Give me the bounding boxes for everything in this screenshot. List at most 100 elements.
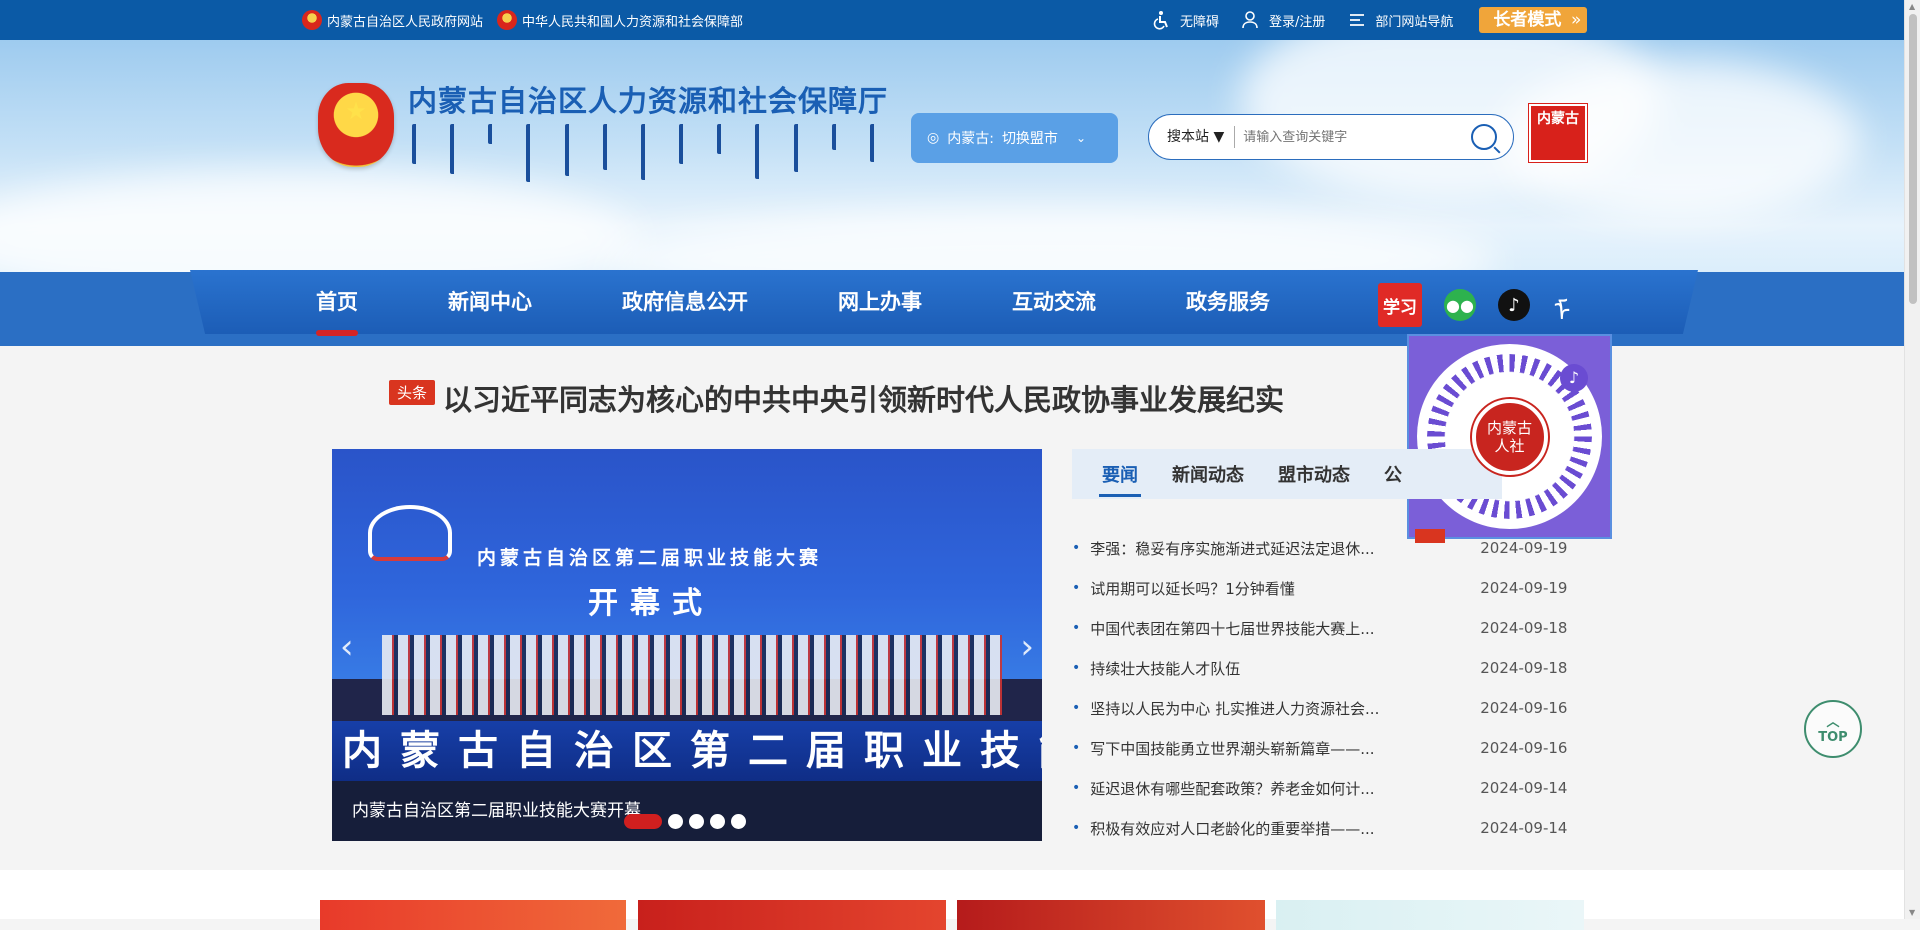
- mohrss-site-link-label: 中华人民共和国人力资源和社会保障部: [522, 14, 744, 30]
- bullet-icon: •: [1072, 740, 1081, 756]
- list-item[interactable]: • 李强：稳妥有序实施渐进式延迟法定退休... 2024-09-19: [1072, 528, 1572, 568]
- mongolian-script-title: [412, 124, 882, 182]
- tab-public[interactable]: 公: [1384, 461, 1402, 487]
- national-emblem-icon: [302, 10, 322, 30]
- tiktok-icon[interactable]: ♪: [1498, 289, 1530, 321]
- list-item[interactable]: • 持续壮大技能人才队伍 2024-09-18: [1072, 648, 1572, 688]
- gov-site-link-label: 内蒙古自治区人民政府网站: [327, 14, 484, 30]
- mohrss-site-link[interactable]: 中华人民共和国人力资源和社会保障部: [497, 10, 743, 30]
- national-emblem-logo[interactable]: [318, 83, 394, 167]
- dept-nav-link[interactable]: 部门网站导航: [1347, 10, 1453, 30]
- region-label: 内蒙古:: [947, 131, 994, 147]
- carousel-next-icon[interactable]: ›: [1020, 627, 1034, 667]
- feature-card[interactable]: [320, 900, 626, 930]
- qr-center-logo: 内蒙古人社: [1471, 398, 1548, 475]
- qr-code-image: 内蒙古人社 ♪: [1417, 344, 1602, 529]
- location-icon: ◎: [927, 130, 940, 146]
- tab-city-updates[interactable]: 盟市动态: [1278, 461, 1350, 487]
- wechat-icon[interactable]: ●●: [1444, 289, 1476, 321]
- search-scope-select[interactable]: 搜本站 ▼: [1149, 126, 1236, 148]
- news-date: 2024-09-19: [1480, 539, 1568, 557]
- nav-item-gov-info[interactable]: 政府信息公开: [622, 270, 748, 334]
- carousel-dot[interactable]: [710, 814, 725, 829]
- news-list: • 李强：稳妥有序实施渐进式延迟法定退休... 2024-09-19 • 试用期可以延…: [1072, 528, 1572, 848]
- carousel-prev-icon[interactable]: ‹: [340, 627, 354, 667]
- bottom-section: [0, 870, 1904, 919]
- region-switch-button[interactable]: ◎ 内蒙古: 切换盟市 ⌄: [911, 113, 1118, 163]
- search-box: 搜本站 ▼: [1148, 114, 1514, 160]
- news-carousel[interactable]: 内蒙古自治区第二届职业技能大赛 开幕式 内蒙古自治区第二届职业技能 内蒙古自治区…: [332, 449, 1042, 841]
- elder-mode-button[interactable]: 长者模式: [1479, 7, 1588, 33]
- carousel-dot[interactable]: [668, 814, 683, 829]
- gov-site-link[interactable]: 内蒙古自治区人民政府网站: [302, 10, 483, 30]
- search-input[interactable]: [1243, 129, 1471, 145]
- list-item[interactable]: • 积极有效应对人口老龄化的重要举措——... 2024-09-14: [1072, 808, 1572, 848]
- news-date: 2024-09-18: [1480, 619, 1568, 637]
- login-link[interactable]: 登录/注册: [1241, 10, 1325, 30]
- bullet-icon: •: [1072, 700, 1081, 716]
- user-icon: [1242, 11, 1258, 29]
- news-title[interactable]: 试用期可以延长吗？1分钟看懂: [1090, 578, 1400, 599]
- page-scrollbar[interactable]: ▲ ▼: [1904, 0, 1920, 919]
- nav-social-icons: 学习 ●● ♪ ᠮ: [1378, 283, 1572, 328]
- news-title[interactable]: 积极有效应对人口老龄化的重要举措——...: [1090, 818, 1400, 839]
- list-item[interactable]: • 写下中国技能勇立世界潮头崭新篇章——... 2024-09-16: [1072, 728, 1572, 768]
- news-title[interactable]: 持续壮大技能人才队伍: [1090, 658, 1400, 679]
- search-icon[interactable]: [1471, 124, 1497, 150]
- sky-cloud: [600, 210, 1500, 272]
- headline-tag: 头条: [389, 380, 436, 405]
- carousel-dot[interactable]: [624, 814, 662, 829]
- list-item[interactable]: • 试用期可以延长吗？1分钟看懂 2024-09-19: [1072, 568, 1572, 608]
- dept-nav-label: 部门网站导航: [1375, 14, 1454, 30]
- news-title[interactable]: 李强：稳妥有序实施渐进式延迟法定退休...: [1090, 538, 1400, 559]
- nav-item-news-center[interactable]: 新闻中心: [448, 270, 532, 334]
- scrollbar-thumb[interactable]: [1909, 14, 1917, 304]
- bullet-icon: •: [1072, 820, 1081, 836]
- top-bar: 内蒙古自治区人民政府网站 中华人民共和国人力资源和社会保障部 无障碍 登录/注册…: [0, 0, 1904, 40]
- accessibility-link[interactable]: 无障碍: [1152, 10, 1219, 30]
- news-title[interactable]: 延迟退休有哪些配套政策？养老金如何计...: [1090, 778, 1400, 799]
- nav-item-home[interactable]: 首页: [316, 270, 358, 336]
- tab-news-updates[interactable]: 新闻动态: [1172, 461, 1244, 487]
- region-switch-label: 切换盟市: [1001, 131, 1058, 147]
- news-date: 2024-09-16: [1480, 739, 1568, 757]
- nav-item-online-services[interactable]: 网上办事: [838, 270, 922, 334]
- bullet-icon: •: [1072, 580, 1081, 596]
- carousel-dot[interactable]: [689, 814, 704, 829]
- news-title[interactable]: 中国代表团在第四十七届世界技能大赛上...: [1090, 618, 1400, 639]
- nav-item-gov-services[interactable]: 政务服务: [1186, 270, 1270, 334]
- feature-card[interactable]: [638, 900, 946, 930]
- list-item[interactable]: • 延迟退休有哪些配套政策？养老金如何计... 2024-09-14: [1072, 768, 1572, 808]
- news-date: 2024-09-16: [1480, 699, 1568, 717]
- login-label: 登录/注册: [1269, 14, 1326, 30]
- xuexi-icon[interactable]: 学习: [1378, 283, 1422, 327]
- list-item[interactable]: • 坚持以人民为中心 扎实推进人力资源社会... 2024-09-16: [1072, 688, 1572, 728]
- nav-item-interaction[interactable]: 互动交流: [1012, 270, 1096, 334]
- mongolian-script-icon[interactable]: ᠮ: [1552, 283, 1572, 328]
- mongolian-seal-logo[interactable]: 内蒙古: [1528, 103, 1588, 163]
- news-tabs: 要闻 新闻动态 盟市动态 公: [1072, 449, 1502, 499]
- headline-link[interactable]: 以习近平同志为核心的中共中央引领新时代人民政协事业发展纪实: [443, 377, 1284, 419]
- event-logo: [368, 505, 452, 561]
- news-date: 2024-09-18: [1480, 659, 1568, 677]
- back-to-top-button[interactable]: ︿ TOP: [1804, 700, 1862, 758]
- chevron-down-icon: ⌄: [1075, 131, 1086, 145]
- national-emblem-icon: [497, 10, 518, 30]
- main-nav: 首页 新闻中心 政府信息公开 网上办事 互动交流 政务服务: [316, 270, 1360, 336]
- scroll-up-icon[interactable]: ▲: [1909, 2, 1915, 11]
- slide-people: [382, 635, 1002, 715]
- news-date: 2024-09-14: [1480, 779, 1568, 797]
- news-title[interactable]: 写下中国技能勇立世界潮头崭新篇章——...: [1090, 738, 1400, 759]
- feature-card[interactable]: [1276, 900, 1584, 930]
- feature-card[interactable]: [957, 900, 1265, 930]
- carousel-dot[interactable]: [731, 814, 746, 829]
- carousel-caption[interactable]: 内蒙古自治区第二届职业技能大赛开幕: [352, 796, 641, 821]
- bullet-icon: •: [1072, 540, 1081, 556]
- sky-cloud: [0, 170, 640, 272]
- tab-key-news[interactable]: 要闻: [1099, 461, 1141, 497]
- news-date: 2024-09-19: [1480, 579, 1568, 597]
- list-item[interactable]: • 中国代表团在第四十七届世界技能大赛上... 2024-09-18: [1072, 608, 1572, 648]
- news-title[interactable]: 坚持以人民为中心 扎实推进人力资源社会...: [1090, 698, 1400, 719]
- scroll-down-icon[interactable]: ▼: [1909, 908, 1915, 917]
- site-title[interactable]: 内蒙古自治区人力资源和社会保障厅: [408, 78, 888, 120]
